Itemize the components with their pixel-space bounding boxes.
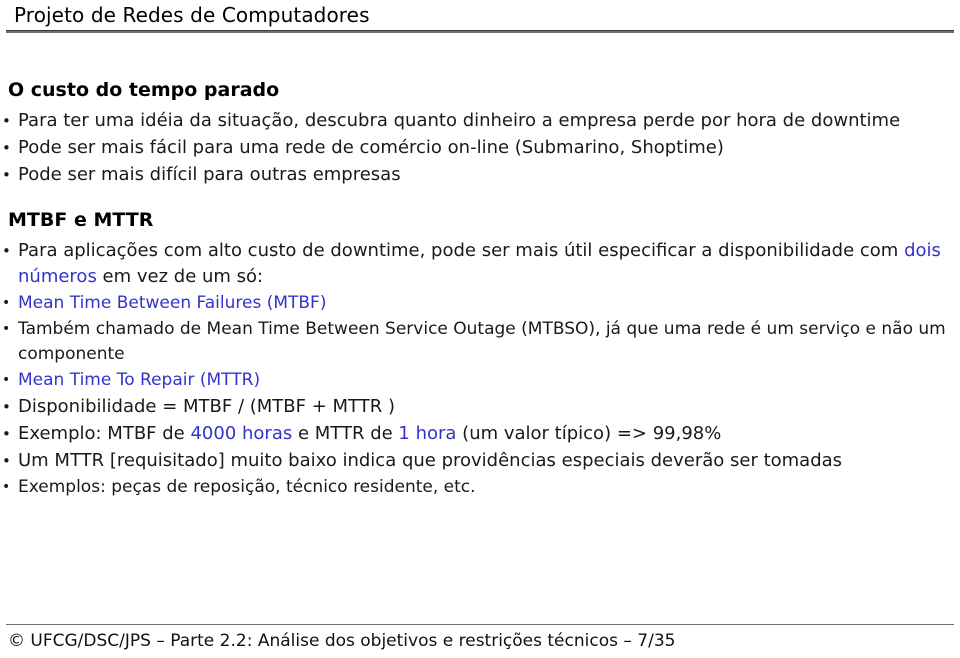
bullet-text: Exemplo: MTBF de [18, 423, 191, 444]
slide: Projeto de Redes de Computadores O custo… [0, 0, 960, 658]
footer-divider [6, 624, 954, 625]
page-title: Projeto de Redes de Computadores [14, 3, 370, 27]
bullet-text: Para ter uma idéia da situação, descubra… [18, 110, 901, 131]
section-heading: O custo do tempo parado [8, 79, 280, 101]
bullet-text: Disponibilidade = MTBF / (MTBF + MTTR ) [18, 396, 395, 417]
bullet-item: Exemplos: peças de reposição, técnico re… [0, 475, 960, 500]
slide-footer: © UFCG/DSC/JPS – Parte 2.2: Análise dos … [8, 631, 676, 651]
bullet-text-highlight: 4000 horas [190, 423, 293, 444]
bullet-list-level-1: Para aplicações com alto custo de downti… [0, 238, 960, 290]
bullet-text: e MTTR de [292, 423, 399, 444]
bullet-list-level-2: Exemplos: peças de reposição, técnico re… [0, 475, 960, 500]
section-heading: MTBF e MTTR [8, 209, 154, 231]
header-divider [6, 30, 954, 33]
bullet-text: (um valor típico) => 99,98% [456, 423, 722, 444]
bullet-list-level-2: Mean Time Between Failures (MTBF) [0, 291, 960, 316]
bullet-text: em vez de um só: [96, 266, 264, 287]
bullet-item: Para ter uma idéia da situação, descubra… [0, 108, 960, 134]
bullet-text-highlight: Mean Time Between Failures (MTBF) [18, 293, 327, 313]
content-root: O custo do tempo parado Para ter uma idéi… [0, 78, 960, 500]
bullet-list-level-1: Para ter uma idéia da situação, descubra… [0, 108, 960, 188]
slide-body: O custo do tempo parado Para ter uma idéi… [0, 78, 960, 616]
bullet-text-highlight: Mean Time To Repair (MTTR) [18, 370, 261, 390]
slide-header: Projeto de Redes de Computadores [0, 0, 960, 32]
bullet-text-highlight: 1 hora [398, 423, 457, 444]
bullet-item: Disponibilidade = MTBF / (MTBF + MTTR ) [0, 394, 960, 420]
bullet-item: Pode ser mais fácil para uma rede de com… [0, 135, 960, 161]
bullet-text: Exemplos: peças de reposição, técnico re… [18, 477, 476, 497]
bullet-item: Mean Time To Repair (MTTR) [0, 368, 960, 393]
bullet-text: Para aplicações com alto custo de downti… [18, 240, 905, 261]
bullet-item: Para aplicações com alto custo de downti… [0, 238, 960, 290]
bullet-item: Mean Time Between Failures (MTBF) [0, 291, 960, 316]
bullet-text: Pode ser mais difícil para outras empres… [18, 164, 401, 185]
bullet-item: Também chamado de Mean Time Between Serv… [0, 317, 960, 367]
bullet-item: Pode ser mais difícil para outras empres… [0, 162, 960, 188]
bullet-item: Exemplo: MTBF de 4000 horas e MTTR de 1 … [0, 421, 960, 447]
bullet-item: Um MTTR [requisitado] muito baixo indica… [0, 448, 960, 474]
bullet-text: Um MTTR [requisitado] muito baixo indica… [18, 450, 843, 471]
bullet-text: Pode ser mais fácil para uma rede de com… [18, 137, 724, 158]
bullet-list-level-2: Mean Time To Repair (MTTR) [0, 368, 960, 393]
bullet-list-level-3: Também chamado de Mean Time Between Serv… [0, 317, 960, 367]
bullet-list-level-1: Disponibilidade = MTBF / (MTBF + MTTR ) E… [0, 394, 960, 474]
bullet-text: Também chamado de Mean Time Between Serv… [18, 319, 946, 364]
